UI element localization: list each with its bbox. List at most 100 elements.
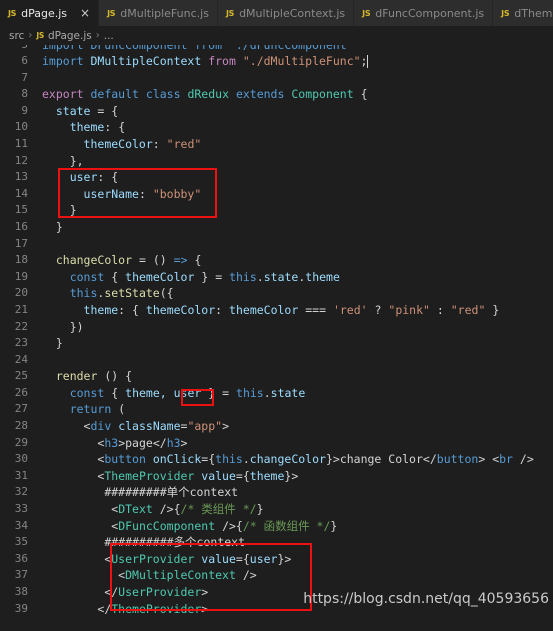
code-line[interactable]: 14 userName: "bobby" [0, 186, 553, 203]
line-number: 9 [21, 103, 28, 117]
line-text: render () { [55, 369, 133, 384]
line-text: }, [69, 153, 84, 168]
line-number: 6 [21, 54, 28, 67]
code-line[interactable]: 11 themeColor: "red" [0, 136, 553, 153]
line-number: 33 [14, 502, 28, 516]
breadcrumb-file[interactable]: dPage.js [48, 30, 92, 42]
line-number: 35 [14, 535, 28, 549]
code-line[interactable]: 18 changeColor = () => { [0, 252, 553, 269]
line-text: } [55, 336, 63, 351]
tab-dpage-js[interactable]: JS dPage.js × [0, 0, 100, 26]
line-text: } [55, 219, 63, 234]
code-line[interactable]: 16 } [0, 219, 553, 236]
line-text: changeColor = () => { [55, 253, 202, 268]
line-number: 32 [14, 485, 28, 499]
tab-label: dMultipleContext.js [239, 6, 346, 20]
line-text: const { theme, user } = this.state [69, 385, 306, 400]
code-line[interactable]: 27 return ( [0, 401, 553, 418]
code-line[interactable]: 36 <UserProvider value={user}> [0, 551, 553, 568]
code-line[interactable]: 13 user: { [0, 169, 553, 186]
line-text: <h3>page</h3> [97, 435, 188, 450]
code-line[interactable]: 8 export default class dRedux extends Com… [0, 86, 553, 103]
code-line[interactable]: 33 <DText />{/* 类组件 */} [0, 501, 553, 518]
line-number: 34 [14, 518, 28, 532]
code-line[interactable]: 7 [0, 70, 553, 87]
line-text: const { themeColor } = this.state.theme [69, 269, 340, 284]
js-file-icon: JS [36, 31, 44, 40]
code-line[interactable]: 30 <button onClick={this.changeColor}>ch… [0, 451, 553, 468]
code-line[interactable]: 17 [0, 236, 553, 253]
code-line[interactable]: 12 }, [0, 153, 553, 170]
line-number: 8 [21, 87, 28, 101]
code-lines[interactable]: 6 import DMultipleContext from "./dMultip… [0, 53, 553, 617]
line-text: <DMultipleContext /> [118, 568, 257, 583]
line-text: this.setState({ [69, 286, 174, 301]
line-number: 19 [14, 269, 28, 283]
close-icon[interactable]: × [80, 7, 90, 19]
code-line[interactable]: 10 theme: { [0, 119, 553, 136]
tab-dfunccomponent-js[interactable]: JS dFuncComponent.js [354, 0, 494, 26]
code-line[interactable]: 35 ##########多个context [0, 534, 553, 551]
code-line[interactable]: 6 import DMultipleContext from "./dMultip… [0, 53, 553, 70]
tab-dmultiplecontext-js[interactable]: JS dMultipleContext.js [217, 0, 355, 26]
line-text: #########单个context [104, 485, 239, 500]
line-number: 20 [14, 286, 28, 300]
chevron-right-icon: › [28, 30, 33, 41]
line-text: export default class dRedux extends Comp… [42, 87, 368, 102]
line-number: 24 [14, 352, 28, 366]
code-line[interactable]: 37 <DMultipleContext /> [0, 567, 553, 584]
watermark-text: https://blog.csdn.net/qq_40593656 [303, 591, 549, 607]
line-number: 31 [14, 468, 28, 482]
code-line[interactable]: 29 <h3>page</h3> [0, 435, 553, 452]
code-editor[interactable]: 5 import DFuncComponent from './dFuncCom… [0, 45, 553, 631]
line-number: 25 [14, 369, 28, 383]
line-number: 30 [14, 452, 28, 466]
line-number: 7 [21, 70, 28, 84]
js-file-icon: JS [362, 8, 371, 18]
code-line[interactable]: 25 render () { [0, 368, 553, 385]
js-file-icon: JS [225, 8, 235, 18]
code-line[interactable]: 22 }) [0, 319, 553, 336]
line-number: 39 [14, 601, 28, 615]
line-number: 28 [14, 419, 28, 433]
code-line[interactable]: 32 #########单个context [0, 484, 553, 501]
clipped-line-5: 5 import DFuncComponent from './dFuncCom… [0, 45, 553, 53]
tab-dmultiplefunc-js[interactable]: JS dMultipleFunc.js [99, 0, 218, 26]
code-line[interactable]: 19 const { themeColor } = this.state.the… [0, 269, 553, 286]
code-line[interactable]: 26 const { theme, user } = this.state [0, 385, 553, 402]
tab-dthemecontext-js[interactable]: JS dThemeCo [493, 0, 553, 26]
code-line[interactable]: 34 <DFuncComponent />{/* 函数组件 */} [0, 518, 553, 535]
line-text: return ( [69, 402, 126, 417]
line-text: <DText />{/* 类组件 */} [111, 502, 264, 517]
code-line[interactable]: 9 state = { [0, 103, 553, 120]
line-number: 14 [14, 186, 28, 200]
code-line[interactable]: 23 } [0, 335, 553, 352]
line-text: <DFuncComponent />{/* 函数组件 */} [111, 518, 338, 533]
code-line[interactable]: 31 <ThemeProvider value={theme}> [0, 468, 553, 485]
line-number: 23 [14, 336, 28, 350]
code-line[interactable]: 15 } [0, 202, 553, 219]
code-line[interactable]: 20 this.setState({ [0, 285, 553, 302]
js-file-icon: JS [8, 8, 17, 18]
breadcrumb-root[interactable]: src [9, 30, 24, 42]
line-number: 29 [14, 435, 28, 449]
code-line[interactable]: 24 [0, 352, 553, 369]
js-file-icon: JS [501, 8, 510, 18]
tab-label: dThemeCo [514, 6, 553, 20]
code-line[interactable]: 21 theme: { themeColor: themeColor === '… [0, 302, 553, 319]
vscode-window: JS dPage.js × JS dMultipleFunc.js JS dMu… [0, 0, 553, 631]
chevron-right-icon: › [95, 30, 100, 41]
line-number: 38 [14, 585, 28, 598]
line-text: <ThemeProvider value={theme}> [97, 468, 299, 483]
line-text: <UserProvider value={user}> [104, 551, 292, 566]
line-number: 21 [14, 302, 28, 316]
line-number: 18 [14, 253, 28, 267]
line-text: <button onClick={this.changeColor}>chang… [97, 452, 534, 467]
line-text: user: { [69, 170, 119, 185]
line-text: import DFuncComponent from './dFuncCompo… [42, 45, 354, 52]
code-line[interactable]: 28 <div className="app"> [0, 418, 553, 435]
line-text: theme: { [69, 120, 126, 135]
tab-label: dMultipleFunc.js [120, 6, 209, 20]
line-number: 36 [14, 551, 28, 565]
breadcrumb-tail[interactable]: ... [104, 30, 114, 42]
